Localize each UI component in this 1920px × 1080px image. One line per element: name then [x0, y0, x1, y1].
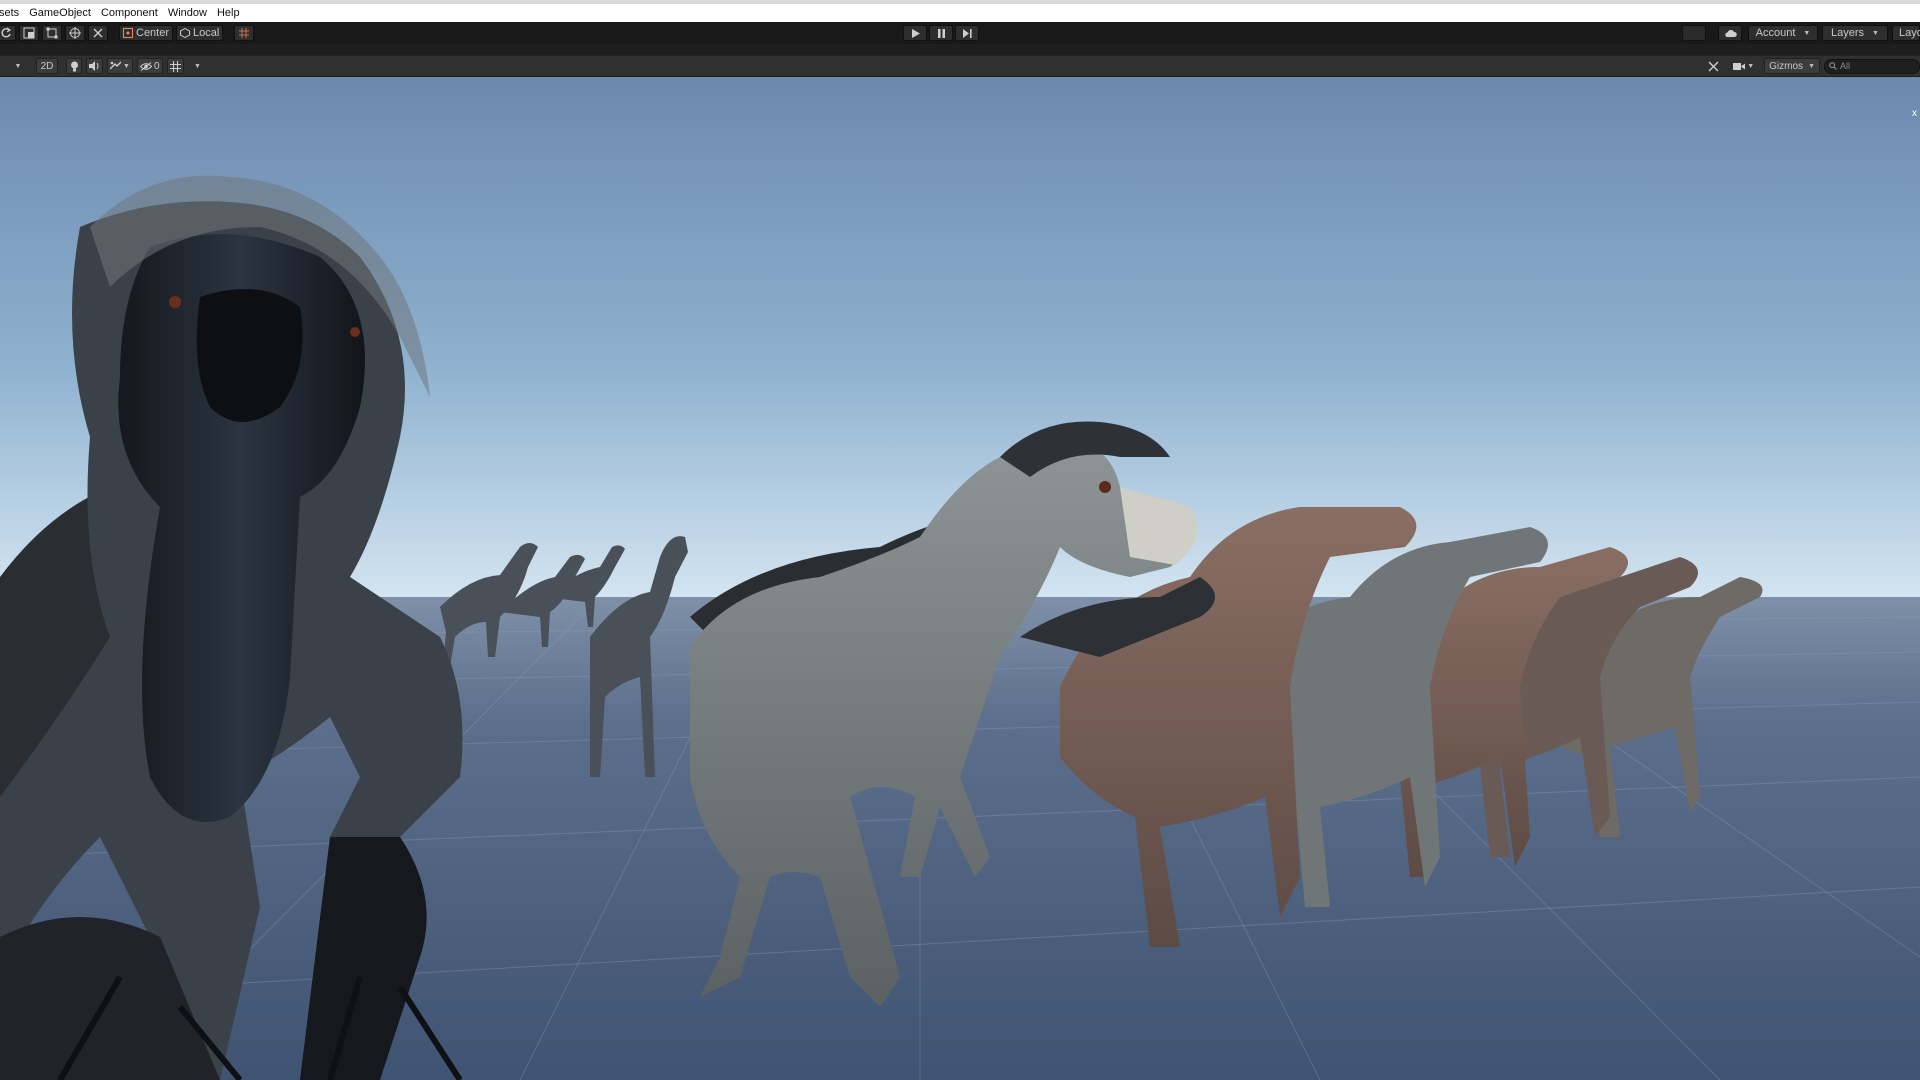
play-button[interactable]	[903, 25, 927, 41]
gizmos-dropdown[interactable]: Gizmos ▼	[1764, 58, 1820, 74]
collab-button[interactable]	[1682, 25, 1706, 41]
effects-icon	[110, 61, 121, 70]
black-dino-left-eye	[169, 296, 181, 308]
hidden-count: 0	[153, 60, 160, 72]
tab-strip	[0, 44, 1920, 55]
grid-toggle[interactable]	[166, 58, 184, 74]
hidden-eye-icon	[139, 61, 152, 71]
play-icon	[911, 28, 920, 38]
black-dino-right-eye	[350, 327, 360, 337]
custom-tool-button[interactable]	[88, 25, 108, 41]
scale-tool-button[interactable]	[19, 25, 39, 41]
scene-tools-button[interactable]	[1703, 58, 1723, 74]
chevron-down-icon: ▼	[123, 62, 130, 70]
layers-label: Layers	[1831, 27, 1865, 39]
scene-search-input[interactable]: All	[1824, 58, 1920, 74]
chevron-down-icon: ▼	[1808, 62, 1815, 70]
account-dropdown[interactable]: Account ▼	[1748, 25, 1818, 41]
scene-viewport[interactable]: x	[0, 77, 1920, 1080]
transform-icon	[69, 27, 81, 39]
cloud-icon	[1724, 29, 1737, 37]
pause-icon	[937, 28, 945, 38]
menu-bar: sets GameObject Component Window Help	[0, 0, 1920, 22]
space-label: Local	[193, 27, 220, 39]
lighting-toggle[interactable]	[66, 58, 82, 74]
account-label: Account	[1755, 27, 1796, 39]
scene-visibility-toggle[interactable]: 0	[136, 58, 163, 74]
pivot-space-toggle[interactable]: Local	[176, 25, 224, 41]
transform-tool-button[interactable]	[65, 25, 85, 41]
effects-toggle[interactable]: ▼	[107, 58, 133, 74]
scale-icon	[23, 27, 35, 39]
tools-icon	[93, 28, 103, 38]
chevron-down-icon: ▼	[14, 62, 22, 70]
chevron-down-icon: ▼	[194, 62, 201, 70]
search-placeholder: All	[1840, 61, 1851, 71]
grey-dino-eye	[1099, 481, 1111, 493]
mode-2d-label: 2D	[40, 60, 54, 72]
menu-help[interactable]: Help	[212, 4, 245, 22]
lightbulb-icon	[70, 61, 78, 71]
camera-icon	[1733, 62, 1746, 70]
shading-mode-dropdown[interactable]: ▼	[8, 58, 28, 74]
audio-toggle[interactable]	[86, 58, 103, 74]
menu-component[interactable]: Component	[96, 4, 163, 22]
chevron-down-icon: ▼	[1747, 62, 1755, 70]
pivot-center-toggle[interactable]: Center	[119, 25, 174, 41]
play-controls	[903, 25, 979, 41]
layers-dropdown[interactable]: Layers ▼	[1822, 25, 1888, 41]
menu-assets[interactable]: sets	[0, 4, 24, 22]
layout-label: Layo	[1899, 27, 1920, 39]
chevron-down-icon: ▼	[1803, 29, 1811, 37]
grid-icon	[169, 60, 181, 72]
grid-dropdown[interactable]: ▼	[188, 58, 208, 74]
rotate-icon	[1, 27, 12, 38]
pivot-label: Center	[136, 27, 170, 39]
chevron-down-icon: ▼	[1872, 29, 1879, 37]
viewport-close-icon[interactable]: x	[1912, 109, 1917, 119]
pivot-icon	[123, 28, 133, 38]
scene-render	[0, 77, 1920, 1080]
camera-dropdown[interactable]: ▼	[1731, 58, 1756, 74]
cloud-button[interactable]	[1718, 25, 1742, 41]
tools-icon	[1708, 61, 1719, 71]
menu-gameobject[interactable]: GameObject	[24, 4, 96, 22]
rect-tool-button[interactable]	[42, 25, 62, 41]
toolbar-right: Account ▼ Layers ▼ Layo	[1682, 25, 1920, 41]
pause-button[interactable]	[929, 25, 953, 41]
scene-toolbar: ▼ 2D ▼ 0 ▼ ▼ Gizmos ▼ All	[0, 55, 1920, 77]
mode-2d-toggle[interactable]: 2D	[36, 58, 58, 74]
local-space-icon	[180, 28, 191, 38]
rotate-tool-button[interactable]	[0, 25, 16, 41]
main-toolbar: Center Local Account ▼ Layers ▼ Layo	[0, 22, 1920, 44]
grid-snap-button[interactable]	[234, 25, 255, 41]
menu-window[interactable]: Window	[163, 4, 212, 22]
step-icon	[962, 28, 972, 38]
layout-dropdown[interactable]: Layo	[1892, 25, 1920, 41]
speaker-icon	[89, 61, 99, 71]
search-icon	[1829, 62, 1837, 70]
rect-transform-icon	[46, 27, 58, 39]
grid-snap-icon	[239, 28, 250, 38]
scene-toolbar-right: ▼ Gizmos ▼ All	[1699, 58, 1920, 74]
gizmos-label: Gizmos	[1769, 60, 1804, 72]
step-button[interactable]	[955, 25, 979, 41]
